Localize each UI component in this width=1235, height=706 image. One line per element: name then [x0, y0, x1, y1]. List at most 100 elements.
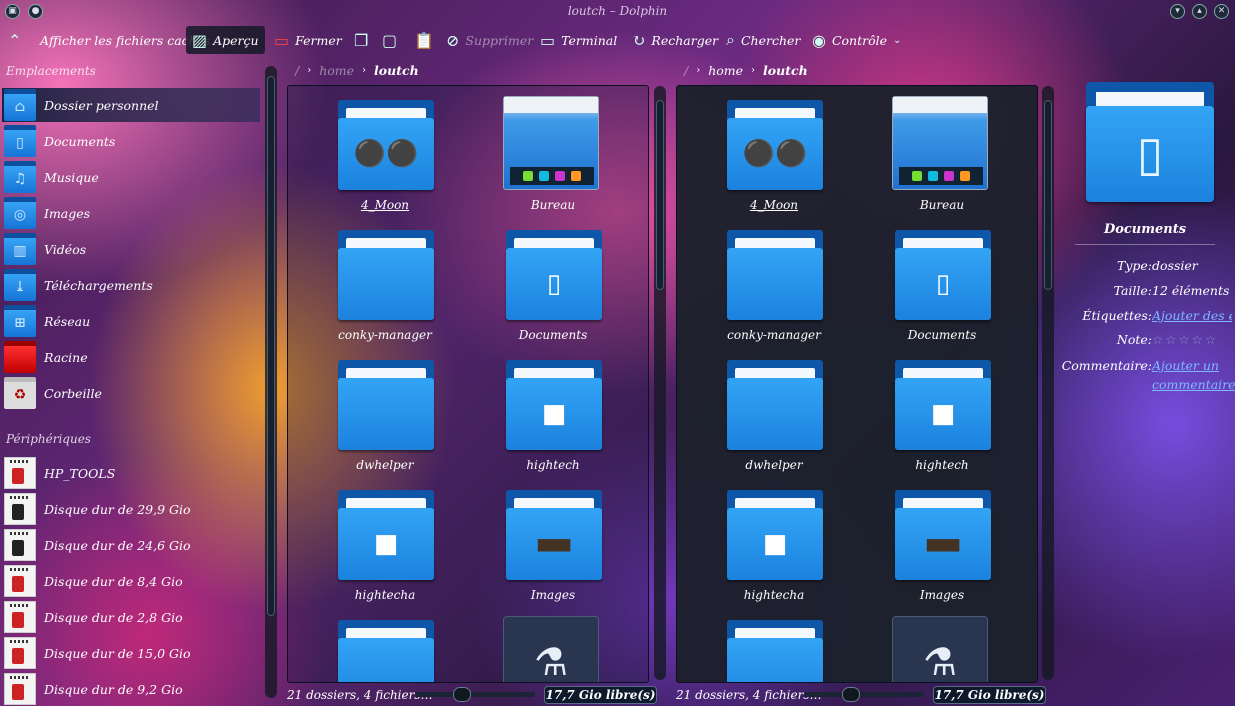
- folder-icon: ⚫⚫: [338, 96, 434, 192]
- folder-icon: [338, 356, 434, 452]
- toggle-icon: ◉: [812, 30, 826, 50]
- hard-drive-icon: [4, 637, 36, 669]
- add-comment-link-cont[interactable]: commentaire…: [1152, 377, 1235, 392]
- documents-folder-icon: ▯: [895, 226, 991, 322]
- preview-button[interactable]: ▨ Aperçu: [186, 26, 265, 54]
- delete-icon: ⊘: [446, 30, 460, 50]
- terminal-button[interactable]: ▭ Terminal: [534, 26, 623, 54]
- folder-icon: ■: [895, 356, 991, 452]
- root-folder-icon: [4, 341, 36, 373]
- control-menu-button[interactable]: ◉ Contrôle ⌄: [806, 26, 907, 54]
- documents-folder-preview-icon: ▯: [1086, 76, 1214, 204]
- trash-icon: ♻: [4, 377, 36, 409]
- reload-icon: ↻: [632, 30, 646, 50]
- download-icon: ⤓: [4, 269, 36, 301]
- breadcrumb-current[interactable]: loutch: [763, 63, 808, 78]
- free-space-right[interactable]: 17,7 Gio libre(s): [933, 686, 1046, 704]
- documents-folder-icon: ▯: [506, 226, 602, 322]
- device-item[interactable]: Disque dur de 9,2 Gio: [2, 672, 260, 706]
- breadcrumb-current[interactable]: loutch: [374, 63, 419, 78]
- device-item[interactable]: Disque dur de 24,6 Gio: [2, 528, 260, 562]
- chevron-right-icon: ›: [751, 64, 756, 76]
- breadcrumb-root[interactable]: /: [295, 63, 299, 78]
- search-button[interactable]: ⌕ Chercher: [720, 26, 806, 54]
- sidebar-item-music[interactable]: ♫ Musique: [2, 160, 260, 194]
- sidebar-item-documents[interactable]: ▯ Documents: [2, 124, 260, 158]
- sidebar-scroll-thumb[interactable]: [267, 76, 275, 616]
- information-panel: ▯ Documents Type: dossier Taille: 12 éléme…: [1055, 68, 1235, 706]
- status-text-right: 21 dossiers, 4 fichiers…: [676, 688, 822, 702]
- folder-icon: ■: [506, 356, 602, 452]
- desktop-folder-icon: [892, 96, 988, 190]
- add-tags-link[interactable]: Ajouter des étiquettes: [1152, 308, 1232, 323]
- sidebar-item-images[interactable]: ◎ Images: [2, 196, 260, 230]
- document-icon: ▯: [4, 125, 36, 157]
- reload-button[interactable]: ↻ Recharger: [626, 26, 724, 54]
- left-pane-scrollbar[interactable]: [654, 86, 666, 680]
- minimize-icon[interactable]: ▾: [1170, 4, 1185, 19]
- cut-button[interactable]: ▢: [376, 26, 403, 54]
- maximize-icon[interactable]: ▴: [1192, 4, 1207, 19]
- hard-drive-icon: [4, 493, 36, 525]
- sidebar-item-downloads[interactable]: ⤓ Téléchargements: [2, 268, 260, 302]
- zoom-slider-left[interactable]: [415, 687, 535, 702]
- delete-button[interactable]: ⊘ Supprimer: [440, 26, 539, 54]
- home-icon: ⌂: [4, 89, 36, 121]
- status-text-left: 21 dossiers, 4 fichiers…: [287, 688, 433, 702]
- search-icon: ⌕: [726, 30, 735, 49]
- hard-drive-icon: [4, 565, 36, 597]
- close-window-icon[interactable]: ✕: [1214, 4, 1229, 19]
- paste-button[interactable]: 📋: [408, 26, 440, 54]
- device-item[interactable]: Disque dur de 2,8 Gio: [2, 600, 260, 634]
- image-icon: ▨: [192, 30, 208, 50]
- clipboard-icon: 📋: [414, 30, 434, 50]
- camera-icon: ◎: [4, 197, 36, 229]
- add-comment-link[interactable]: Ajouter un: [1152, 358, 1219, 373]
- sidebar-item-home[interactable]: ⌂ Dossier personnel: [2, 88, 260, 122]
- right-scroll-thumb[interactable]: [1044, 100, 1052, 290]
- zoom-slider-knob[interactable]: [453, 687, 471, 702]
- terminal-icon: ▭: [540, 30, 556, 50]
- sidebar-scrollbar[interactable]: [265, 66, 277, 698]
- folder-icon: ■: [727, 486, 823, 582]
- breadcrumb-left: / › home › loutch: [295, 61, 419, 79]
- file-view-right[interactable]: ⚫⚫ 4_Moon Bureau conky-manager ▯ Documen…: [676, 85, 1038, 683]
- device-item[interactable]: Disque dur de 15,0 Gio: [2, 636, 260, 670]
- folder-icon: ⚫⚫: [727, 96, 823, 192]
- sidebar-item-trash[interactable]: ♻ Corbeille: [2, 376, 260, 410]
- folder-icon: [338, 616, 434, 682]
- device-item[interactable]: Disque dur de 8,4 Gio: [2, 564, 260, 598]
- folder-icon: [727, 226, 823, 322]
- breadcrumb-root[interactable]: /: [684, 63, 688, 78]
- left-scroll-thumb[interactable]: [656, 100, 664, 290]
- device-item[interactable]: HP_TOOLS: [2, 456, 260, 490]
- free-space-left[interactable]: 17,7 Gio libre(s): [544, 686, 657, 704]
- sidebar-item-network[interactable]: ⊞ Réseau: [2, 304, 260, 338]
- hard-drive-icon: [4, 673, 36, 705]
- breadcrumb-home[interactable]: home: [319, 63, 354, 78]
- toolbar: ⌃ Afficher les fichiers cachés ▨ Aperçu ▭…: [0, 26, 1235, 56]
- copy-icon: ❐: [354, 30, 369, 50]
- chevron-down-icon: ⌄: [893, 34, 902, 46]
- pictures-folder-icon: ▆▆▆: [506, 486, 602, 582]
- file-view-left[interactable]: ⚫⚫ 4_Moon Bureau conky-manager ▯ Documen…: [287, 85, 649, 683]
- copy-button[interactable]: ❐: [348, 26, 374, 54]
- sidebar-item-videos[interactable]: ▥ Vidéos: [2, 232, 260, 266]
- breadcrumb-home[interactable]: home: [708, 63, 743, 78]
- device-item[interactable]: Disque dur de 29,9 Gio: [2, 492, 260, 526]
- rating-stars[interactable]: ☆☆☆☆☆: [1152, 332, 1218, 347]
- chevron-right-icon: ›: [362, 64, 367, 76]
- right-pane-scrollbar[interactable]: [1042, 86, 1054, 680]
- places-header: Emplacements: [6, 64, 96, 78]
- sidebar-item-root[interactable]: Racine: [2, 340, 260, 374]
- zoom-slider-knob[interactable]: [842, 687, 860, 702]
- folder-icon: [727, 616, 823, 682]
- back-button[interactable]: ⌃: [2, 26, 27, 54]
- close-button[interactable]: ▭ Fermer: [268, 26, 348, 54]
- divider: [1075, 244, 1215, 245]
- window-title: loutch – Dolphin: [567, 4, 668, 18]
- places-panel: Emplacements ⌂ Dossier personnel ▯ Documen…: [0, 60, 262, 706]
- folder-icon: [727, 356, 823, 452]
- zoom-slider-right[interactable]: [804, 687, 924, 702]
- info-name: Documents: [1103, 222, 1187, 237]
